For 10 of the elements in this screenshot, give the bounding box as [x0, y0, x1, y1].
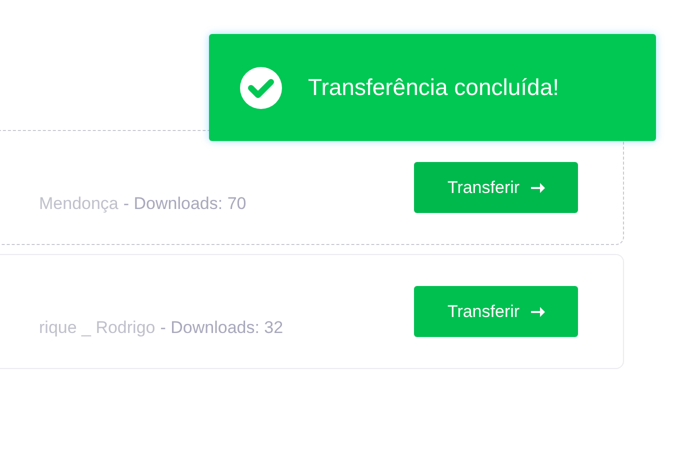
download-count: - Downloads: 32	[160, 318, 284, 338]
download-count: - Downloads: 70	[123, 194, 246, 214]
check-circle-icon	[240, 66, 282, 108]
arrow-icon	[530, 182, 545, 192]
toast-message: Transferência concluída!	[308, 74, 560, 101]
author-name: Mendonça	[39, 194, 118, 214]
author-name: rique _ Rodrigo	[39, 318, 156, 338]
transfer-button[interactable]: Transferir	[414, 286, 578, 337]
arrow-icon	[530, 306, 545, 316]
transfer-button[interactable]: Transferir	[414, 162, 578, 213]
